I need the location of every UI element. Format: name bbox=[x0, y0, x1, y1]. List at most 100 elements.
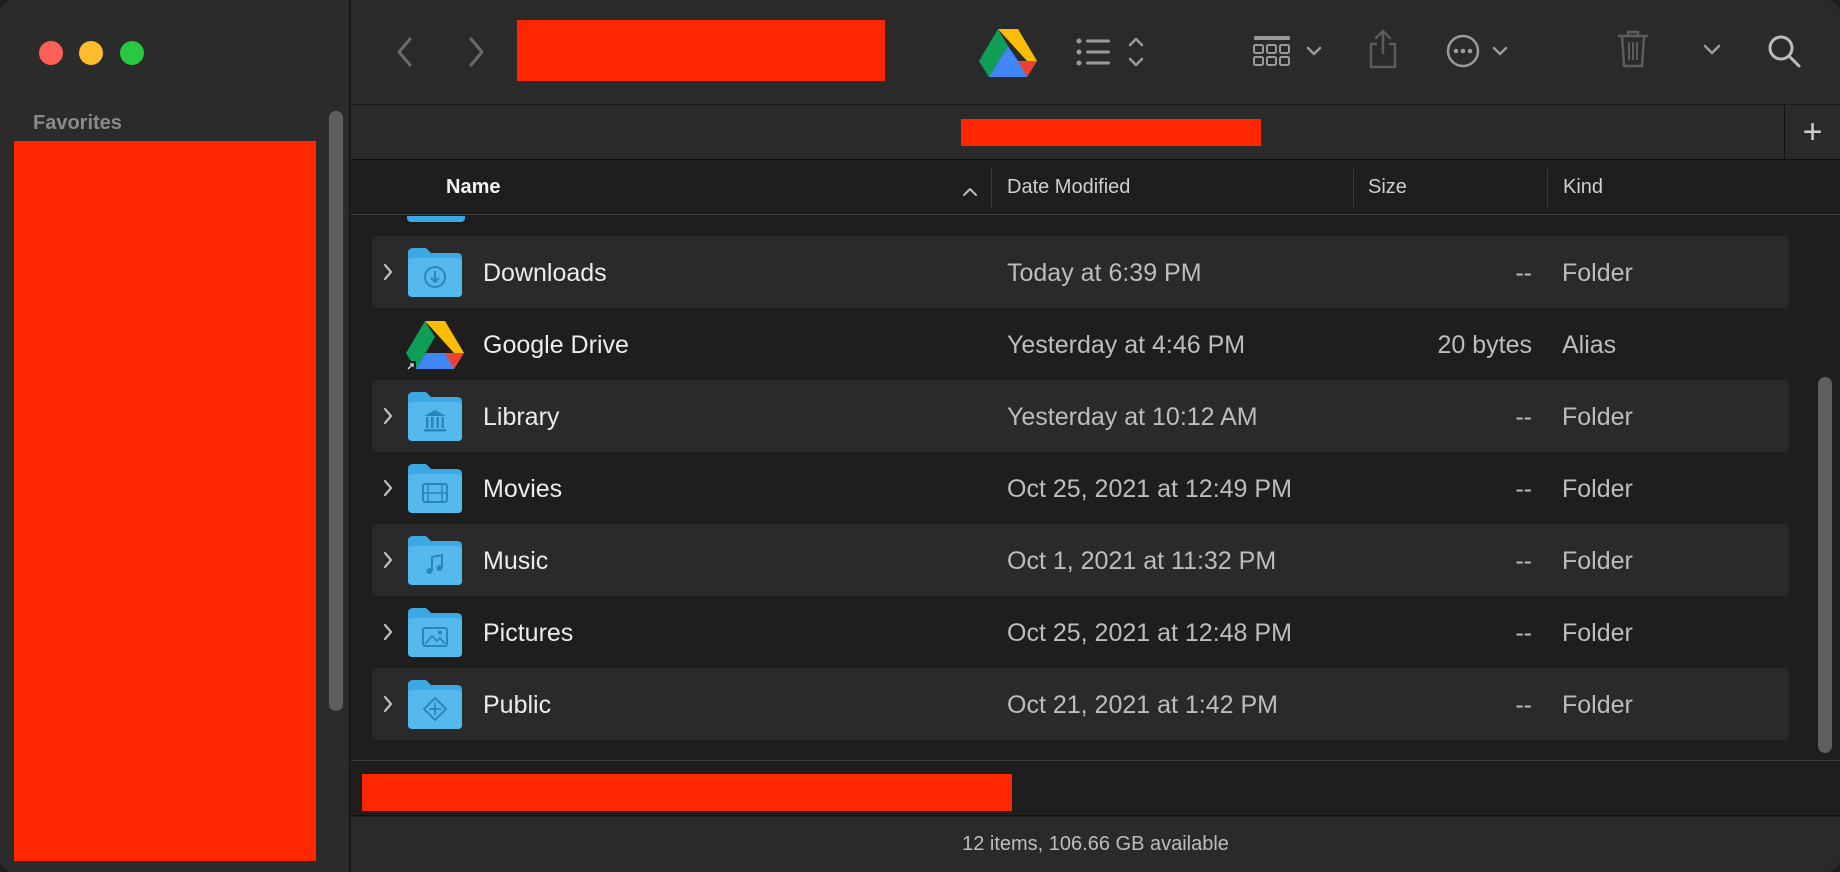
file-size: -- bbox=[1515, 259, 1532, 287]
file-kind: Folder bbox=[1562, 619, 1633, 647]
chevron-down-icon bbox=[1703, 44, 1721, 55]
table-row[interactable]: Public Oct 21, 2021 at 1:42 PM -- Folder bbox=[372, 668, 1789, 740]
file-name: Google Drive bbox=[483, 331, 629, 359]
trash-icon bbox=[1617, 30, 1649, 68]
column-separator[interactable] bbox=[1353, 169, 1354, 207]
forward-button[interactable] bbox=[465, 35, 487, 69]
disclosure-triangle[interactable] bbox=[382, 622, 394, 647]
chevron-right-icon bbox=[383, 623, 393, 641]
file-date: Oct 25, 2021 at 12:49 PM bbox=[1007, 475, 1292, 503]
group-button[interactable] bbox=[1253, 33, 1327, 69]
trash-button[interactable] bbox=[1617, 30, 1649, 68]
list-scrollbar[interactable] bbox=[1818, 377, 1832, 753]
file-size: -- bbox=[1515, 547, 1532, 575]
file-list: Downloads Today at 6:39 PM -- Folder Goo… bbox=[351, 216, 1840, 760]
file-size: -- bbox=[1515, 403, 1532, 431]
sidebar-scrollbar[interactable] bbox=[329, 111, 343, 711]
file-kind: Folder bbox=[1562, 691, 1633, 719]
chevron-right-icon bbox=[383, 479, 393, 497]
sidebar-heading-favorites: Favorites bbox=[33, 112, 122, 134]
chevron-right-icon bbox=[383, 551, 393, 569]
column-name-header[interactable]: Name bbox=[446, 176, 500, 199]
zoom-window-button[interactable] bbox=[120, 41, 144, 65]
list-view-icon bbox=[1076, 37, 1144, 67]
file-kind: Alias bbox=[1562, 331, 1617, 359]
location-google-drive-icon bbox=[979, 27, 1037, 77]
table-row[interactable]: Pictures Oct 25, 2021 at 12:48 PM -- Fol… bbox=[372, 596, 1789, 668]
file-size: -- bbox=[1515, 475, 1532, 503]
close-window-button[interactable] bbox=[39, 41, 63, 65]
library-folder-icon bbox=[408, 392, 462, 441]
file-size: -- bbox=[1515, 691, 1532, 719]
chevron-right-icon bbox=[469, 37, 484, 67]
table-row[interactable]: Music Oct 1, 2021 at 11:32 PM -- Folder bbox=[372, 524, 1789, 596]
tab-bar bbox=[351, 104, 1840, 160]
google-drive-icon bbox=[979, 29, 1037, 77]
table-row[interactable]: Downloads Today at 6:39 PM -- Folder bbox=[372, 236, 1789, 308]
sidebar: Favorites bbox=[0, 0, 350, 872]
back-button[interactable] bbox=[394, 35, 416, 69]
public-folder-icon bbox=[408, 680, 462, 729]
file-name: Downloads bbox=[483, 259, 607, 287]
partial-folder-icon bbox=[407, 216, 465, 222]
chevron-right-icon bbox=[383, 695, 393, 713]
search-icon bbox=[1768, 35, 1801, 68]
file-name: Movies bbox=[483, 475, 563, 503]
table-row[interactable]: Google Drive Yesterday at 4:46 PM 20 byt… bbox=[372, 308, 1789, 380]
main-pane: + Name Date Modified Size Kind Downloads… bbox=[351, 0, 1840, 872]
downloads-folder-icon bbox=[408, 248, 462, 297]
sidebar-redacted-items bbox=[14, 141, 316, 861]
file-name: Public bbox=[483, 691, 552, 719]
share-button[interactable] bbox=[1367, 28, 1399, 70]
file-name: Music bbox=[483, 547, 549, 575]
disclosure-triangle[interactable] bbox=[382, 406, 394, 431]
minimize-window-button[interactable] bbox=[79, 41, 103, 65]
search-button[interactable] bbox=[1766, 33, 1802, 69]
file-date: Yesterday at 4:46 PM bbox=[1007, 331, 1246, 359]
path-bar bbox=[351, 760, 1840, 816]
column-separator[interactable] bbox=[1547, 169, 1548, 207]
disclosure-triangle[interactable] bbox=[382, 550, 394, 575]
file-name: Library bbox=[483, 403, 560, 431]
toolbar-overflow-button[interactable] bbox=[1701, 41, 1723, 59]
chevron-right-icon bbox=[383, 263, 393, 281]
file-kind: Folder bbox=[1562, 403, 1633, 431]
file-size: 20 bytes bbox=[1437, 331, 1532, 359]
file-size: -- bbox=[1515, 619, 1532, 647]
file-date: Oct 25, 2021 at 12:48 PM bbox=[1007, 619, 1292, 647]
file-kind: Folder bbox=[1562, 259, 1633, 287]
pictures-folder-icon bbox=[408, 608, 462, 657]
disclosure-triangle[interactable] bbox=[382, 478, 394, 503]
movies-folder-icon bbox=[408, 464, 462, 513]
finder-window: Favorites + Name Date Modified Size Kind… bbox=[0, 0, 1840, 872]
window-title-redacted bbox=[517, 20, 885, 81]
file-kind: Folder bbox=[1562, 547, 1633, 575]
share-icon bbox=[1369, 29, 1397, 69]
new-tab-button[interactable]: + bbox=[1784, 105, 1840, 159]
table-row[interactable]: Movies Oct 25, 2021 at 12:49 PM -- Folde… bbox=[372, 452, 1789, 524]
file-name: Pictures bbox=[483, 619, 574, 647]
google-drive-icon bbox=[406, 321, 464, 371]
path-redacted[interactable] bbox=[362, 774, 1012, 811]
file-date: Oct 1, 2021 at 11:32 PM bbox=[1007, 547, 1277, 575]
disclosure-triangle[interactable] bbox=[382, 694, 394, 719]
music-folder-icon bbox=[408, 536, 462, 585]
toolbar bbox=[351, 0, 1840, 104]
column-kind-header[interactable]: Kind bbox=[1563, 176, 1603, 199]
ellipsis-circle-icon bbox=[1446, 34, 1508, 68]
grid-group-icon bbox=[1253, 36, 1322, 66]
column-date-header[interactable]: Date Modified bbox=[1007, 176, 1130, 199]
more-actions-button[interactable] bbox=[1446, 33, 1516, 69]
column-header: Name Date Modified Size Kind bbox=[351, 161, 1840, 215]
file-date: Today at 6:39 PM bbox=[1007, 259, 1202, 287]
file-date: Yesterday at 10:12 AM bbox=[1007, 403, 1258, 431]
table-row[interactable]: Library Yesterday at 10:12 AM -- Folder bbox=[372, 380, 1789, 452]
tab-title-redacted[interactable] bbox=[961, 119, 1261, 146]
file-kind: Folder bbox=[1562, 475, 1633, 503]
disclosure-triangle[interactable] bbox=[382, 262, 394, 287]
view-options-button[interactable] bbox=[1075, 34, 1145, 70]
chevron-right-icon bbox=[383, 407, 393, 425]
column-separator[interactable] bbox=[991, 169, 992, 207]
column-size-header[interactable]: Size bbox=[1368, 176, 1407, 199]
status-bar: 12 items, 106.66 GB available bbox=[351, 817, 1840, 872]
